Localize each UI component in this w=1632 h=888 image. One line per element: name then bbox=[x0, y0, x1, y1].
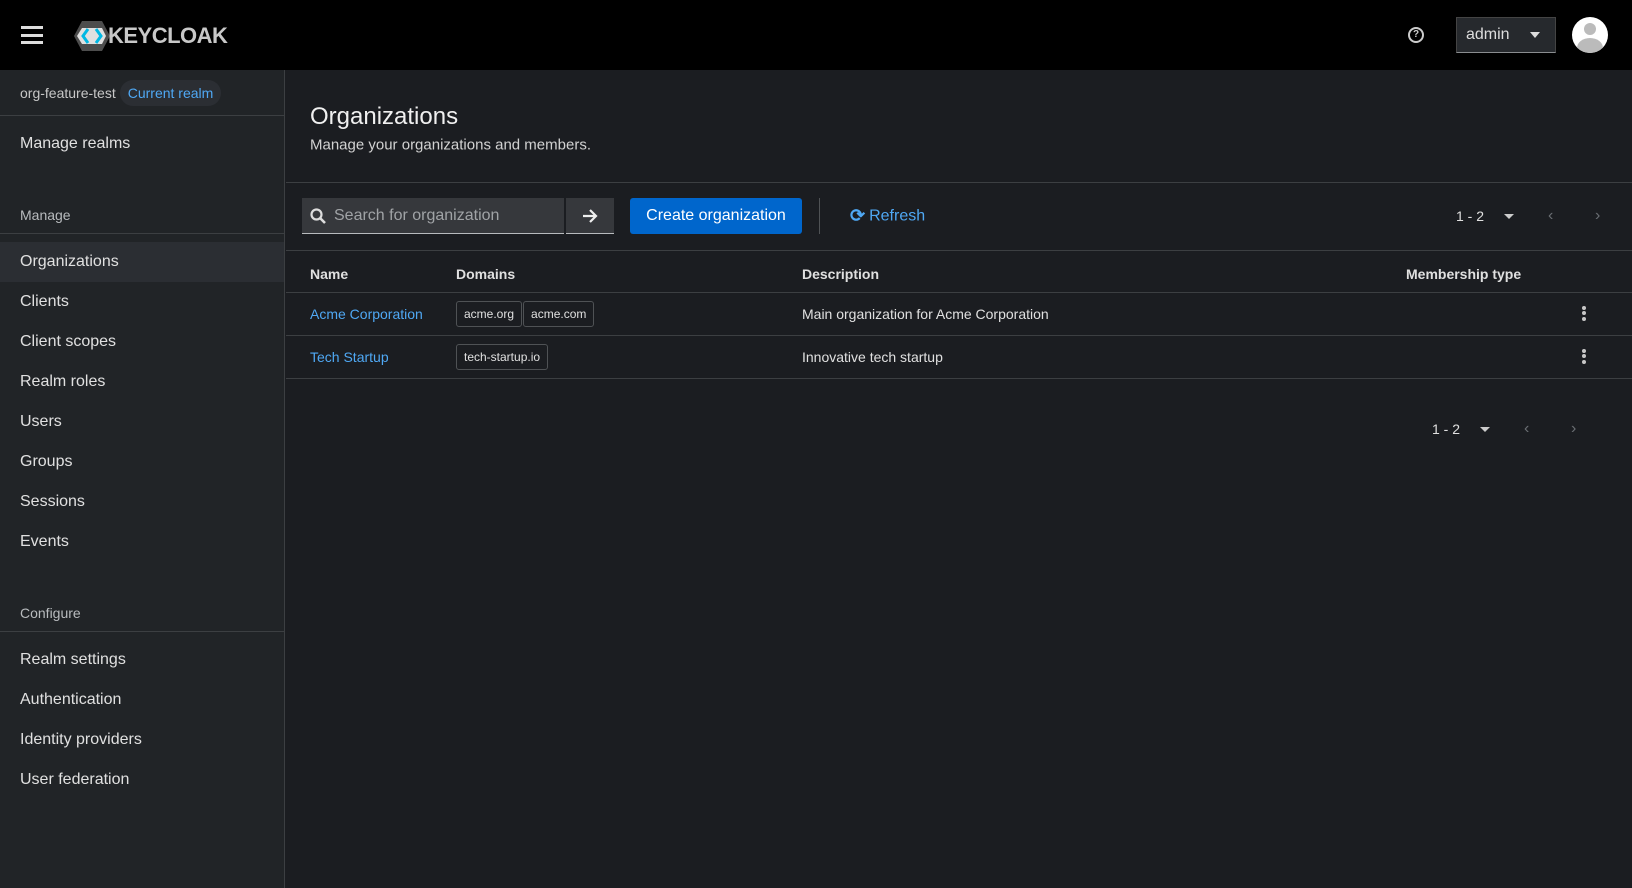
kebab-menu-icon[interactable] bbox=[1582, 347, 1586, 365]
keycloak-logo[interactable]: KEYCLOAK bbox=[73, 20, 228, 52]
sidebar bbox=[0, 70, 285, 888]
prev-page-icon[interactable]: ‹ bbox=[1548, 207, 1553, 225]
pagination-top[interactable]: 1 - 2 bbox=[1456, 208, 1515, 224]
sidebar-item-clients[interactable]: Clients bbox=[20, 293, 69, 311]
sidebar-item-organizations[interactable]: Organizations bbox=[20, 253, 119, 271]
sidebar-item-users[interactable]: Users bbox=[20, 413, 62, 431]
sidebar-section-configure: Configure bbox=[20, 605, 81, 621]
domain-chips: tech-startup.io bbox=[456, 344, 549, 370]
pagination-range: 1 - 2 bbox=[1432, 421, 1461, 437]
sidebar-item-manage-realms[interactable]: Manage realms bbox=[20, 135, 130, 153]
avatar[interactable] bbox=[1572, 17, 1608, 53]
column-header-membership-type: Membership type bbox=[1406, 266, 1522, 282]
help-icon[interactable]: ? bbox=[1408, 27, 1424, 43]
brand-name: KEYCLOAK bbox=[108, 23, 228, 48]
refresh-icon: ⟳ bbox=[850, 205, 866, 226]
toolbar-separator bbox=[819, 198, 820, 234]
realm-selector[interactable]: org-feature-test Current realm bbox=[20, 80, 222, 106]
keycloak-logo-icon bbox=[74, 21, 110, 51]
sidebar-item-user-federation[interactable]: User federation bbox=[20, 771, 129, 789]
column-header-domains: Domains bbox=[456, 266, 516, 282]
sidebar-item-client-scopes[interactable]: Client scopes bbox=[20, 333, 116, 351]
domain-chip: acme.org bbox=[456, 301, 523, 327]
sidebar-item-realm-settings[interactable]: Realm settings bbox=[20, 651, 126, 669]
organization-description: Main organization for Acme Corporation bbox=[802, 306, 1049, 322]
caret-down-icon bbox=[1529, 32, 1540, 38]
caret-down-icon bbox=[1504, 213, 1515, 219]
pagination-bottom[interactable]: 1 - 2 bbox=[1432, 421, 1491, 437]
caret-down-icon bbox=[1480, 426, 1491, 432]
next-page-icon[interactable]: › bbox=[1595, 207, 1600, 225]
page-title: Organizations bbox=[310, 103, 459, 130]
next-page-icon[interactable]: › bbox=[1571, 420, 1576, 438]
user-name: admin bbox=[1466, 26, 1510, 43]
sidebar-item-sessions[interactable]: Sessions bbox=[20, 493, 85, 511]
sidebar-section-manage: Manage bbox=[20, 207, 71, 223]
organization-description: Innovative tech startup bbox=[802, 349, 943, 365]
search-placeholder: Search for organization bbox=[334, 206, 500, 224]
sidebar-item-realm-roles[interactable]: Realm roles bbox=[20, 373, 105, 391]
sidebar-item-events[interactable]: Events bbox=[20, 533, 69, 551]
refresh-label: Refresh bbox=[869, 207, 926, 224]
domain-chip: acme.com bbox=[523, 301, 595, 327]
create-organization-button[interactable]: Create organization bbox=[630, 198, 802, 234]
organization-link[interactable]: Tech Startup bbox=[310, 349, 389, 365]
search-submit-button[interactable] bbox=[566, 198, 614, 234]
pagination-range: 1 - 2 bbox=[1456, 208, 1485, 224]
hamburger-menu-icon[interactable] bbox=[21, 26, 43, 44]
masthead: KEYCLOAK ? admin bbox=[0, 0, 1632, 70]
search-icon bbox=[310, 207, 326, 224]
sidebar-item-identity-providers[interactable]: Identity providers bbox=[20, 731, 142, 749]
sidebar-item-authentication[interactable]: Authentication bbox=[20, 691, 121, 709]
column-header-name[interactable]: Name bbox=[310, 266, 348, 282]
domain-chips: acme.org acme.com bbox=[456, 301, 595, 327]
search-input[interactable]: Search for organization bbox=[302, 198, 564, 234]
arrow-right-icon bbox=[583, 208, 598, 223]
organization-link[interactable]: Acme Corporation bbox=[310, 306, 423, 322]
current-realm-badge: Current realm bbox=[119, 80, 222, 106]
refresh-button[interactable]: ⟳ Refresh bbox=[850, 206, 925, 227]
kebab-menu-icon[interactable] bbox=[1582, 304, 1586, 322]
sidebar-item-groups[interactable]: Groups bbox=[20, 453, 72, 471]
prev-page-icon[interactable]: ‹ bbox=[1524, 420, 1529, 438]
realm-name: org-feature-test bbox=[20, 85, 116, 101]
domain-chip: tech-startup.io bbox=[456, 344, 549, 370]
column-header-description: Description bbox=[802, 266, 880, 282]
user-dropdown[interactable]: admin bbox=[1456, 17, 1556, 53]
page-subtitle: Manage your organizations and members. bbox=[310, 136, 591, 154]
